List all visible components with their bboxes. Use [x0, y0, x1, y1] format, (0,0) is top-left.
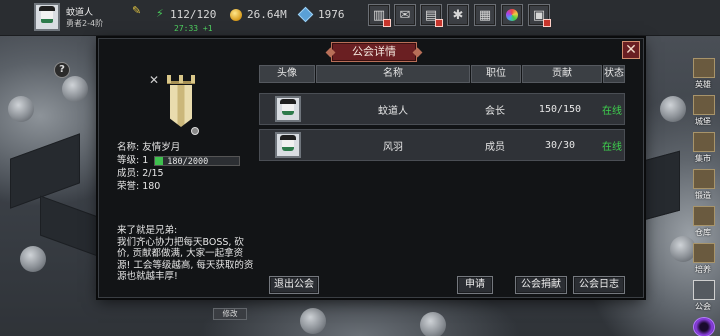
leave-guild-button[interactable]: 退出公会 — [269, 276, 319, 294]
member-name: 风羽 — [383, 141, 403, 153]
gold-coin-icon — [230, 9, 242, 21]
map-tree — [420, 312, 446, 336]
table-header: 头像 名称 职位 贡献 状态 — [259, 65, 625, 83]
member-contribution: 30/30 — [544, 139, 576, 151]
banner-badge-icon — [191, 127, 199, 135]
apply-button[interactable]: 申请 — [457, 276, 493, 294]
gear-icon: ✱ — [452, 7, 464, 23]
guild-level-row: 等级: 1 180/2000 — [117, 154, 257, 167]
stamina-value: 112/120 — [170, 8, 217, 21]
level-progress-bar: 180/2000 — [154, 155, 241, 167]
member-contribution: 150/150 — [538, 103, 582, 115]
side-menu-item-forge[interactable]: 锻造 — [686, 167, 720, 204]
mail-icon: ✉ — [399, 7, 411, 23]
player-name: 蚊道人 — [66, 8, 94, 18]
member-status: 在线 — [602, 141, 622, 153]
info-close-icon[interactable]: ✕ — [149, 73, 159, 87]
table-row[interactable]: 风羽 成员 30/30 在线 — [259, 129, 625, 161]
guild-banner-icon — [165, 75, 199, 135]
side-menu-item-market[interactable]: 集市 — [686, 130, 720, 167]
gem-icon — [297, 6, 314, 23]
member-position: 会长 — [485, 105, 505, 117]
level-progress-fill — [155, 156, 163, 165]
guild-icon — [693, 280, 715, 300]
guild-details-dialog: 公会详情 ✕ ✕ 名称: 友情岁月 等级: 1 180/2000 成员: 2/15… — [98, 38, 644, 320]
quest-button[interactable]: ▤ — [420, 4, 443, 27]
member-table: 头像 名称 职位 贡献 状态 蚊道人 会长 150/150 在线 风羽 成员 3… — [259, 65, 625, 161]
gem-value: 1976 — [318, 8, 345, 21]
settings-button[interactable]: ✱ — [447, 4, 469, 26]
member-name: 蚊道人 — [378, 105, 408, 117]
side-menu-item-warehouse[interactable]: 仓库 — [686, 204, 720, 241]
modify-motto-button[interactable]: 修改 — [213, 308, 247, 320]
side-menu-item-guild[interactable]: 公会 — [686, 278, 720, 315]
player-rank: 勇者2-4阶 — [66, 19, 104, 28]
train-icon — [693, 243, 715, 263]
header-avatar: 头像 — [259, 65, 315, 83]
guild-log-button[interactable]: 公会日志 — [573, 276, 625, 294]
side-menu-item-castle[interactable]: 城堡 — [686, 93, 720, 130]
guild-honor: 荣誉: 180 — [117, 181, 161, 192]
map-tree — [300, 308, 326, 334]
help-icon[interactable]: ? — [54, 62, 70, 78]
bag-button[interactable]: ▣ — [528, 4, 551, 27]
stamina-icon: ⚡ — [156, 7, 164, 20]
guild-name: 名称: 友情岁月 — [117, 142, 181, 153]
gift-button[interactable]: ▦ — [474, 4, 496, 26]
member-status: 在线 — [602, 105, 622, 117]
top-bar: 蚊道人 勇者2-4阶 ✎ ⚡ 112/120 27:33 +1 26.64M 1… — [0, 0, 720, 36]
member-position: 成员 — [485, 141, 505, 153]
color-wheel-button[interactable] — [501, 4, 523, 26]
header-name: 名称 — [316, 65, 470, 83]
gift-icon: ▦ — [478, 7, 492, 23]
side-menu: 英雄 城堡 集市 锻造 仓库 培养 公会 战斗 — [686, 56, 720, 336]
chest-icon — [693, 206, 715, 226]
map-tree — [62, 76, 88, 102]
hero-icon — [693, 58, 715, 78]
mail-button[interactable]: ✉ — [394, 4, 416, 26]
side-menu-item-train[interactable]: 培养 — [686, 241, 720, 278]
guild-info-panel: ✕ 名称: 友情岁月 等级: 1 180/2000 成员: 2/15 荣誉: 18… — [99, 67, 257, 320]
guild-motto: 来了就是兄弟: 我们齐心协力把每天BOSS, 砍价, 贡献都做满, 大家一起拿资… — [117, 225, 254, 282]
member-avatar — [275, 96, 301, 122]
header-position: 职位 — [471, 65, 521, 83]
shop-button[interactable]: ▥ — [368, 4, 391, 27]
side-menu-item-battle[interactable]: 战斗 — [686, 315, 720, 336]
battle-portal-icon — [693, 317, 715, 336]
header-contribution: 贡献 — [522, 65, 602, 83]
guild-level: 等级: 1 — [117, 155, 149, 166]
table-row[interactable]: 蚊道人 会长 150/150 在线 — [259, 93, 625, 125]
stamina-timer: 27:33 +1 — [174, 24, 213, 33]
color-wheel-icon — [506, 9, 518, 21]
map-tile — [640, 150, 680, 222]
edit-icon[interactable]: ✎ — [132, 5, 144, 17]
anvil-icon — [693, 169, 715, 189]
map-tile — [40, 195, 98, 257]
guild-donate-button[interactable]: 公会捐献 — [515, 276, 567, 294]
map-tree — [8, 96, 34, 122]
map-tree — [660, 96, 686, 122]
member-avatar — [275, 132, 301, 158]
dialog-title: 公会详情 — [331, 42, 417, 62]
gold-value: 26.64M — [247, 8, 287, 21]
player-avatar[interactable] — [34, 3, 60, 31]
map-tree — [20, 246, 46, 272]
castle-icon — [693, 95, 715, 115]
side-menu-item-hero[interactable]: 英雄 — [686, 56, 720, 93]
market-icon — [693, 132, 715, 152]
header-status: 状态 — [603, 65, 625, 83]
close-button[interactable]: ✕ — [622, 41, 640, 59]
guild-members: 成员: 2/15 — [117, 168, 164, 179]
level-progress-text: 180/2000 — [167, 156, 209, 167]
